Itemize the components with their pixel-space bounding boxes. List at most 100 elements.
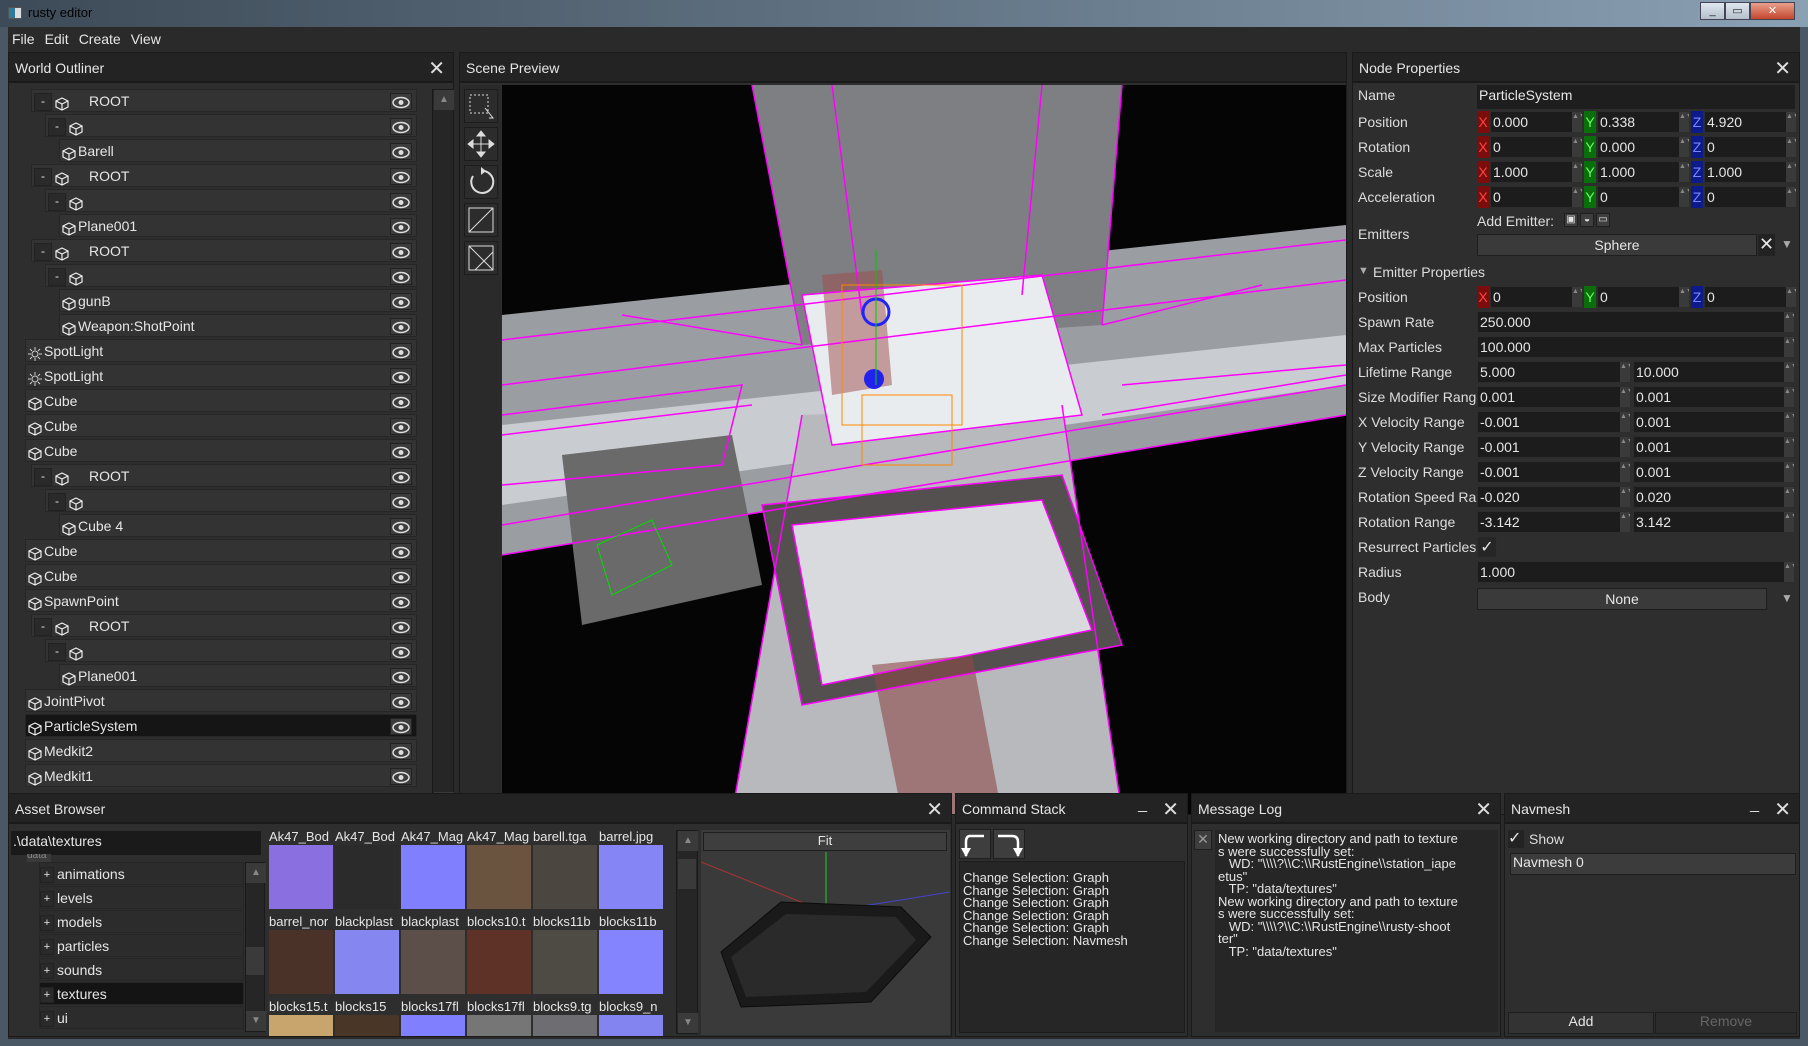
move-icon[interactable] <box>464 127 498 161</box>
body-select[interactable]: None <box>1477 588 1767 610</box>
minimize-icon[interactable]: _ <box>1750 796 1759 814</box>
asset-label[interactable]: barrel.jpg <box>599 829 663 844</box>
spinner[interactable]: ▲▼ <box>1620 487 1630 507</box>
asset-label[interactable]: blocks15 <box>335 999 399 1014</box>
expand-toggle[interactable]: - <box>34 243 52 262</box>
eye-icon[interactable] <box>390 193 412 210</box>
eye-icon[interactable] <box>390 493 412 510</box>
x-field[interactable]: 0.000 ▲▼ <box>1490 111 1583 133</box>
close-icon[interactable]: ✕ <box>1774 56 1791 81</box>
asset-label[interactable]: blocks9.tg <box>533 999 597 1014</box>
eye-icon[interactable] <box>390 218 412 235</box>
expand-toggle[interactable]: - <box>34 93 52 112</box>
asset-thumbnail[interactable] <box>467 930 531 994</box>
tree-item[interactable]: Plane001 <box>59 664 417 687</box>
spinner[interactable]: ▲▼ <box>1784 312 1794 332</box>
max-field[interactable]: 0.001 ▲▼ <box>1633 386 1795 408</box>
maximize-button[interactable]: ▭ <box>1725 2 1750 20</box>
eye-icon[interactable] <box>390 568 412 585</box>
expand-icon[interactable]: + <box>40 1011 54 1028</box>
tree-item[interactable]: - ROOT <box>31 164 417 187</box>
cylinder-emitter-icon[interactable]: ▭ <box>1596 213 1610 227</box>
minimize-button[interactable]: _ <box>1700 2 1725 20</box>
asset-label[interactable]: blackplast <box>335 914 399 929</box>
x-field[interactable]: 1.000 ▲▼ <box>1490 161 1583 183</box>
fit-button[interactable]: Fit <box>703 832 947 851</box>
tree-item[interactable]: SpotLight <box>25 364 417 387</box>
close-icon[interactable]: ✕ <box>428 56 445 81</box>
max-field[interactable]: 0.001 ▲▼ <box>1633 411 1795 433</box>
scroll-down-icon[interactable]: ▼ <box>246 1011 266 1031</box>
expand-toggle[interactable]: - <box>48 193 66 212</box>
tree-item[interactable]: Barell <box>59 139 417 162</box>
tree-item[interactable]: - ROOT <box>31 89 417 112</box>
number-field[interactable]: 1.000 ▲▼ <box>1477 561 1795 583</box>
spinner[interactable]: ▲▼ <box>1572 187 1582 207</box>
expand-icon[interactable]: + <box>40 891 54 908</box>
spinner[interactable]: ▲▼ <box>1620 437 1630 457</box>
tree-item[interactable]: - <box>45 489 417 512</box>
asset-label[interactable]: barell.tga <box>533 829 597 844</box>
expand-toggle[interactable]: - <box>34 168 52 187</box>
emitter-select[interactable]: Sphere <box>1477 234 1757 256</box>
minimize-icon[interactable]: _ <box>1138 796 1147 814</box>
asset-grid-scrollbar[interactable]: ▲ ▼ <box>676 830 698 1034</box>
min-field[interactable]: 0.001 ▲▼ <box>1477 386 1631 408</box>
eye-icon[interactable] <box>390 418 412 435</box>
asset-label[interactable]: blocks17fl <box>467 999 531 1014</box>
folder-item[interactable]: + ui <box>39 1006 244 1029</box>
asset-thumbnail[interactable] <box>599 930 663 994</box>
folder-item[interactable]: + animations <box>39 862 244 885</box>
spinner[interactable]: ▲▼ <box>1572 162 1582 182</box>
scroll-up-icon[interactable]: ▲ <box>246 863 266 883</box>
eye-icon[interactable] <box>390 618 412 635</box>
z-field[interactable]: 1.000 ▲▼ <box>1704 161 1797 183</box>
min-field[interactable]: -0.001 ▲▼ <box>1477 436 1631 458</box>
add-navmesh-button[interactable]: Add <box>1508 1012 1654 1034</box>
y-field[interactable]: 0 ▲▼ <box>1597 186 1690 208</box>
folder-item[interactable]: + particles <box>39 934 244 957</box>
spinner[interactable]: ▲▼ <box>1620 412 1630 432</box>
z-field[interactable]: 0 ▲▼ <box>1704 186 1797 208</box>
menu-edit[interactable]: Edit <box>41 27 75 47</box>
scroll-thumb[interactable] <box>678 859 696 889</box>
spinner[interactable]: ▲▼ <box>1784 562 1794 582</box>
asset-thumbnail[interactable] <box>599 845 663 909</box>
tree-item[interactable]: Cube <box>25 564 417 587</box>
asset-thumbnail[interactable] <box>533 1015 597 1036</box>
dropdown-arrow-icon[interactable]: ▼ <box>1781 591 1793 605</box>
min-field[interactable]: -0.001 ▲▼ <box>1477 411 1631 433</box>
min-field[interactable]: -3.142 ▲▼ <box>1477 511 1631 533</box>
show-checkbox[interactable]: ✓ <box>1508 830 1524 848</box>
scroll-down-icon[interactable]: ▼ <box>678 1013 698 1033</box>
eye-icon[interactable] <box>390 443 412 460</box>
expand-toggle[interactable]: - <box>48 643 66 662</box>
folder-item[interactable]: + textures <box>39 982 244 1005</box>
close-icon[interactable]: ✕ <box>1475 797 1492 822</box>
spinner[interactable]: ▲▼ <box>1620 512 1630 532</box>
min-field[interactable]: 5.000 ▲▼ <box>1477 361 1631 383</box>
asset-thumbnail[interactable] <box>335 930 399 994</box>
tree-item[interactable]: Plane001 <box>59 214 417 237</box>
tree-item[interactable]: Cube <box>25 539 417 562</box>
spinner[interactable]: ▲▼ <box>1786 287 1796 307</box>
redo-button[interactable] <box>993 829 1025 859</box>
outliner-scrollbar[interactable]: ▲ ▼ <box>432 89 454 813</box>
asset-label[interactable]: Ak47_Mag <box>467 829 531 844</box>
scroll-thumb[interactable] <box>246 947 264 975</box>
spinner[interactable]: ▲▼ <box>1784 512 1794 532</box>
cuboid-emitter-icon[interactable]: ▣ <box>1564 213 1578 227</box>
menu-view[interactable]: View <box>127 27 167 47</box>
tree-item[interactable]: - ROOT <box>31 614 417 637</box>
spinner[interactable]: ▲▼ <box>1679 162 1689 182</box>
eye-icon[interactable] <box>390 693 412 710</box>
tree-item[interactable]: JointPivot <box>25 689 417 712</box>
scale-icon[interactable] <box>464 203 498 237</box>
eye-icon[interactable] <box>390 643 412 660</box>
asset-label[interactable]: Ak47_Bod <box>335 829 399 844</box>
spinner[interactable]: ▲▼ <box>1784 462 1794 482</box>
expand-icon[interactable]: + <box>40 963 54 980</box>
eye-icon[interactable] <box>390 368 412 385</box>
max-field[interactable]: 0.001 ▲▼ <box>1633 436 1795 458</box>
eye-icon[interactable] <box>390 118 412 135</box>
